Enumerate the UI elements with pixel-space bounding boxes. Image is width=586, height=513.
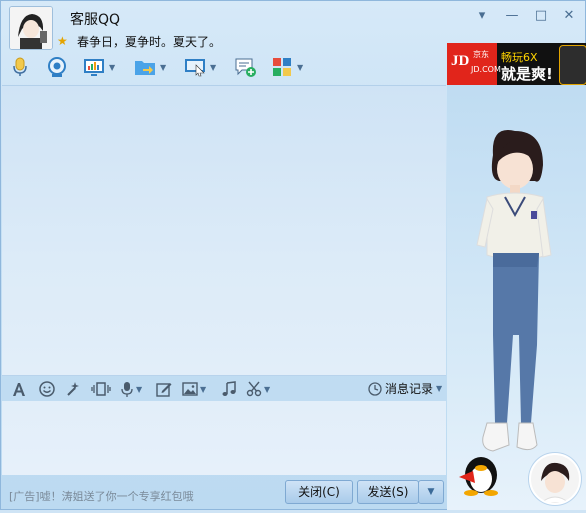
jd-logo-cn: 京东 xyxy=(473,50,489,59)
smiley-icon xyxy=(39,381,55,397)
input-toolbar: ▼ ▼ ▼ 消息记录 ▼ xyxy=(2,375,446,402)
send-message-button[interactable] xyxy=(234,54,256,80)
contact-avatar[interactable] xyxy=(9,6,53,50)
clock-icon xyxy=(368,381,382,396)
screenshot-button[interactable]: ▼ xyxy=(246,381,270,397)
message-history-button[interactable]: 消息记录 ▼ xyxy=(368,380,442,397)
message-history-label: 消息记录 xyxy=(385,382,434,396)
font-button[interactable] xyxy=(11,381,27,397)
video-call-icon xyxy=(48,57,66,77)
message-add-icon xyxy=(235,58,256,77)
self-avatar[interactable] xyxy=(529,453,581,505)
ad-tip-link[interactable]: [广告]嘘！涛姐送了你一个专享红包哦 xyxy=(9,488,194,504)
minimize-button[interactable]: — xyxy=(501,7,523,25)
ad-banner[interactable]: JD 京东 JD.COM 畅玩6X 就是爽! xyxy=(447,43,586,85)
image-icon xyxy=(182,382,198,396)
music-button[interactable] xyxy=(221,381,237,397)
signature-text: 春争日，夏争时。夏天了。 xyxy=(77,35,222,49)
phone-image xyxy=(559,45,586,85)
music-note-icon xyxy=(222,381,236,396)
ad-slogan: 就是爽! xyxy=(501,65,553,83)
chevron-down-icon[interactable]: ▼ xyxy=(200,385,206,394)
chevron-down-icon: ▼ xyxy=(436,384,443,393)
remote-desktop-button[interactable]: ▼ xyxy=(184,54,216,80)
maximize-button[interactable]: □ xyxy=(530,7,552,25)
chevron-down-icon[interactable]: ▼ xyxy=(210,63,216,72)
close-window-button[interactable]: ✕ xyxy=(558,7,580,25)
message-input[interactable] xyxy=(2,401,446,475)
shake-window-icon xyxy=(91,382,111,396)
font-icon xyxy=(13,383,25,396)
chevron-down-icon[interactable]: ▼ xyxy=(109,63,115,72)
microphone-icon xyxy=(13,57,27,76)
bottom-bar: [广告]嘘！涛姐送了你一个专享红包哦 关闭(C) 发送(S) ▼ xyxy=(2,475,446,510)
edit-icon xyxy=(156,383,172,397)
shake-button[interactable] xyxy=(91,381,111,397)
close-button[interactable]: 关闭(C) xyxy=(285,480,353,504)
emoji-button[interactable] xyxy=(39,381,55,397)
image-button[interactable]: ▼ xyxy=(182,381,206,397)
chevron-down-icon[interactable]: ▼ xyxy=(136,385,142,394)
microphone-small-icon xyxy=(121,382,133,397)
file-transfer-button[interactable]: ▼ xyxy=(134,54,166,80)
qq-penguin-logo[interactable] xyxy=(455,453,503,497)
send-options-button[interactable]: ▼ xyxy=(418,480,444,504)
chat-window: 客服QQ ★ 春争日，夏争时。夏天了。 ▾ — □ ✕ ▼ ▼ ▼ ▼ JD 京… xyxy=(0,0,586,510)
scissors-icon xyxy=(246,381,262,397)
apps-button[interactable]: ▼ xyxy=(271,54,303,80)
dropdown-arrow-icon[interactable]: ▾ xyxy=(471,7,493,25)
magic-button[interactable] xyxy=(65,381,81,397)
remote-desktop-icon xyxy=(185,59,205,77)
message-history[interactable] xyxy=(2,85,446,376)
chevron-down-icon[interactable]: ▼ xyxy=(297,63,303,72)
jd-logo: JD 京东 JD.COM xyxy=(447,43,501,85)
star-icon: ★ xyxy=(57,34,68,48)
jd-logo-text: JD xyxy=(451,53,470,69)
send-button[interactable]: 发送(S) xyxy=(357,480,419,504)
chevron-down-icon[interactable]: ▼ xyxy=(264,385,270,394)
screen-share-icon xyxy=(84,59,104,76)
magic-wand-icon xyxy=(67,382,79,396)
file-transfer-icon xyxy=(135,61,155,75)
voice-message-button[interactable]: ▼ xyxy=(120,381,142,397)
chevron-down-icon[interactable]: ▼ xyxy=(160,63,166,72)
doodle-button[interactable] xyxy=(156,381,172,397)
video-call-button[interactable] xyxy=(46,54,68,80)
qq-show-panel xyxy=(447,85,586,510)
apps-icon xyxy=(273,58,291,76)
screen-share-button[interactable]: ▼ xyxy=(83,54,115,80)
voice-call-button[interactable] xyxy=(9,54,31,80)
qq-show-character xyxy=(476,130,552,452)
contact-name[interactable]: 客服QQ xyxy=(70,9,120,29)
jd-logo-domain: JD.COM xyxy=(471,65,501,74)
